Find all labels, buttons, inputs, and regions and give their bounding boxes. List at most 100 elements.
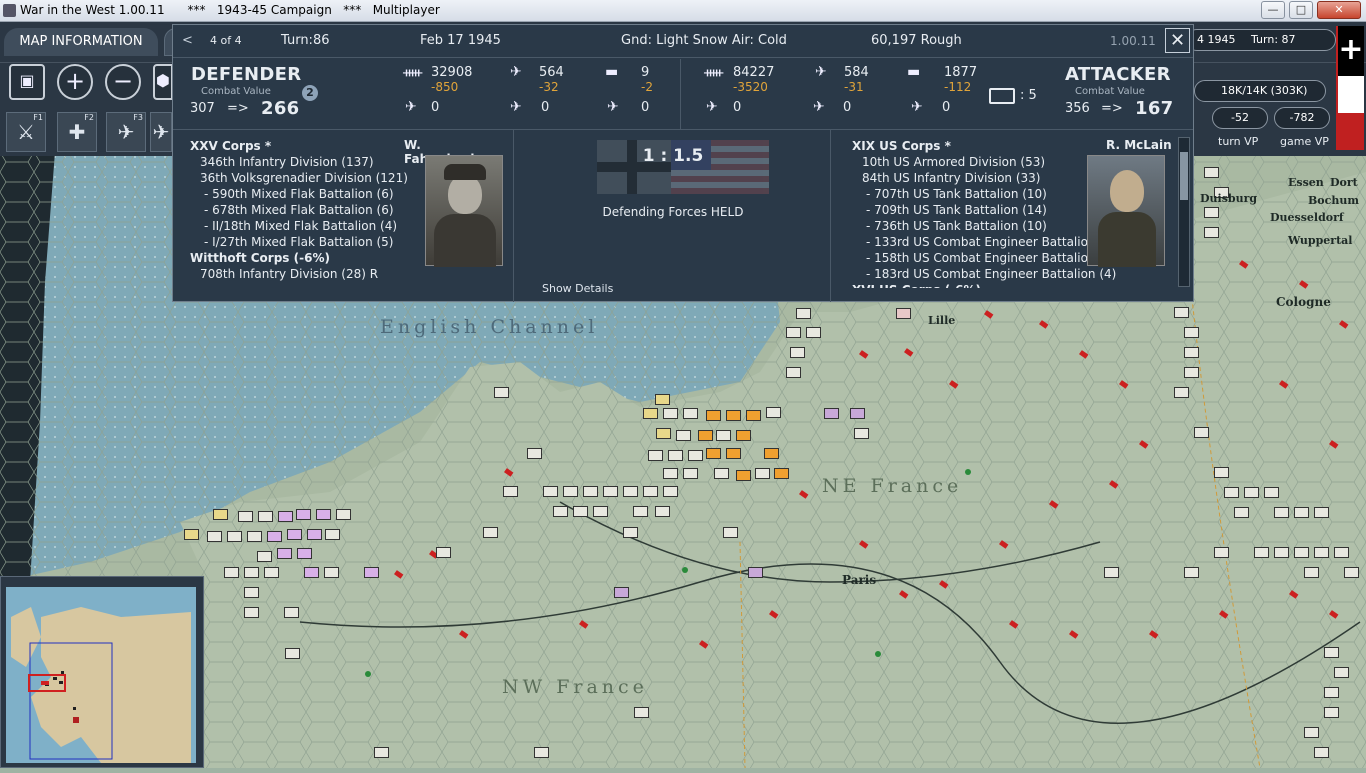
unit-counter[interactable] xyxy=(284,607,299,618)
unit-counter[interactable] xyxy=(1264,487,1279,498)
unit-counter[interactable] xyxy=(623,527,638,538)
unit-counter[interactable] xyxy=(854,428,869,439)
def-unit-bn[interactable]: - 590th Mixed Flak Battalion (6) xyxy=(190,186,408,202)
unit-counter[interactable] xyxy=(316,509,331,520)
unit-counter[interactable] xyxy=(483,527,498,538)
unit-counter[interactable] xyxy=(1334,547,1349,558)
unit-counter[interactable] xyxy=(1324,647,1339,658)
unit-counter[interactable] xyxy=(716,430,731,441)
unit-counter[interactable] xyxy=(436,547,451,558)
unit-counter[interactable] xyxy=(257,551,272,562)
unit-counter[interactable] xyxy=(1274,547,1289,558)
def-unit-corps[interactable]: Witthoft Corps (-6%) xyxy=(190,250,408,266)
unit-counter[interactable] xyxy=(655,394,670,405)
unit-counter[interactable] xyxy=(1324,687,1339,698)
att-unit-div[interactable]: 10th US Armored Division (53) xyxy=(852,154,1116,170)
unit-counter[interactable] xyxy=(633,506,648,517)
f4-button[interactable]: ✈ xyxy=(150,112,172,152)
unit-counter[interactable] xyxy=(264,567,279,578)
unit-counter[interactable] xyxy=(786,367,801,378)
unit-counter[interactable] xyxy=(1334,667,1349,678)
unit-counter[interactable] xyxy=(1294,507,1309,518)
unit-counter[interactable] xyxy=(896,308,911,319)
unit-counter[interactable] xyxy=(1344,567,1359,578)
unit-counter[interactable] xyxy=(688,450,703,461)
unit-counter[interactable] xyxy=(287,529,302,540)
f3-button[interactable]: ✈ F3 xyxy=(106,112,146,152)
att-unit-div[interactable]: 84th US Infantry Division (33) xyxy=(852,170,1116,186)
unit-counter[interactable] xyxy=(766,407,781,418)
unit-counter[interactable] xyxy=(244,567,259,578)
unit-counter[interactable] xyxy=(184,529,199,540)
unit-counter[interactable] xyxy=(1274,507,1289,518)
city-duesseldorf[interactable]: Duesseldorf xyxy=(1270,211,1344,224)
unit-counter[interactable] xyxy=(1314,507,1329,518)
prev-combat-button[interactable]: < xyxy=(182,33,193,48)
oob-scrollbar[interactable] xyxy=(1178,137,1190,287)
zoom-out-button[interactable]: − xyxy=(105,64,141,100)
unit-counter[interactable] xyxy=(723,527,738,538)
unit-counter[interactable] xyxy=(534,747,549,758)
unit-counter[interactable] xyxy=(755,468,770,479)
show-details-link[interactable]: Show Details xyxy=(542,282,613,295)
unit-counter[interactable] xyxy=(850,408,865,419)
unit-counter[interactable] xyxy=(824,408,839,419)
unit-counter[interactable] xyxy=(648,450,663,461)
f2-button[interactable]: ✚ F2 xyxy=(57,112,97,152)
unit-counter[interactable] xyxy=(1204,207,1219,218)
att-unit-bn[interactable]: - 709th US Tank Battalion (14) xyxy=(852,202,1116,218)
unit-counter[interactable] xyxy=(583,486,598,497)
unit-counter[interactable] xyxy=(1184,367,1199,378)
unit-counter[interactable] xyxy=(1184,327,1199,338)
unit-counter[interactable] xyxy=(706,448,721,459)
unit-counter[interactable] xyxy=(1104,567,1119,578)
minimap-view[interactable] xyxy=(1,577,205,769)
minimize-button[interactable]: — xyxy=(1261,1,1285,19)
unit-counter[interactable] xyxy=(1184,567,1199,578)
unit-counter[interactable] xyxy=(553,506,568,517)
close-icon[interactable]: ✕ xyxy=(1165,28,1190,53)
unit-counter[interactable] xyxy=(643,486,658,497)
unit-counter[interactable] xyxy=(656,428,671,439)
unit-counter[interactable] xyxy=(790,347,805,358)
layers-icon[interactable]: ▣ xyxy=(9,64,45,100)
unit-counter[interactable] xyxy=(643,408,658,419)
unit-counter[interactable] xyxy=(543,486,558,497)
unit-counter[interactable] xyxy=(1194,427,1209,438)
unit-counter[interactable] xyxy=(668,450,683,461)
def-unit-bn[interactable]: - II/18th Mixed Flak Battalion (4) xyxy=(190,218,408,234)
att-unit-bn[interactable]: - 158th US Combat Engineer Battalion (3) xyxy=(852,250,1116,266)
unit-counter[interactable] xyxy=(267,531,282,542)
unit-counter[interactable] xyxy=(1174,307,1189,318)
unit-counter[interactable] xyxy=(603,486,618,497)
def-unit-div[interactable]: 708th Infantry Division (28) R xyxy=(190,266,408,282)
unit-counter[interactable] xyxy=(258,511,273,522)
unit-counter[interactable] xyxy=(285,648,300,659)
unit-counter[interactable] xyxy=(1254,547,1269,558)
unit-counter[interactable] xyxy=(634,707,649,718)
unit-counter[interactable] xyxy=(278,511,293,522)
city-wuppertal[interactable]: Wuppertal xyxy=(1288,234,1352,247)
unit-counter[interactable] xyxy=(623,486,638,497)
city-lille[interactable]: Lille xyxy=(928,314,955,327)
unit-counter[interactable] xyxy=(325,529,340,540)
unit-counter[interactable] xyxy=(307,529,322,540)
unit-counter[interactable] xyxy=(296,509,311,520)
unit-counter[interactable] xyxy=(297,548,312,559)
unit-counter[interactable] xyxy=(683,468,698,479)
unit-counter[interactable] xyxy=(213,509,228,520)
city-paris[interactable]: Paris xyxy=(842,573,876,587)
unit-counter[interactable] xyxy=(706,410,721,421)
unit-counter[interactable] xyxy=(563,486,578,497)
unit-counter[interactable] xyxy=(663,486,678,497)
unit-counter[interactable] xyxy=(746,410,761,421)
city-dortmund[interactable]: Dort xyxy=(1330,176,1358,189)
unit-counter[interactable] xyxy=(698,430,713,441)
unit-counter[interactable] xyxy=(1234,507,1249,518)
unit-counter[interactable] xyxy=(1324,707,1339,718)
unit-counter[interactable] xyxy=(1214,547,1229,558)
unit-counter[interactable] xyxy=(1304,727,1319,738)
unit-counter[interactable] xyxy=(1294,547,1309,558)
unit-counter[interactable] xyxy=(726,448,741,459)
unit-counter[interactable] xyxy=(238,511,253,522)
